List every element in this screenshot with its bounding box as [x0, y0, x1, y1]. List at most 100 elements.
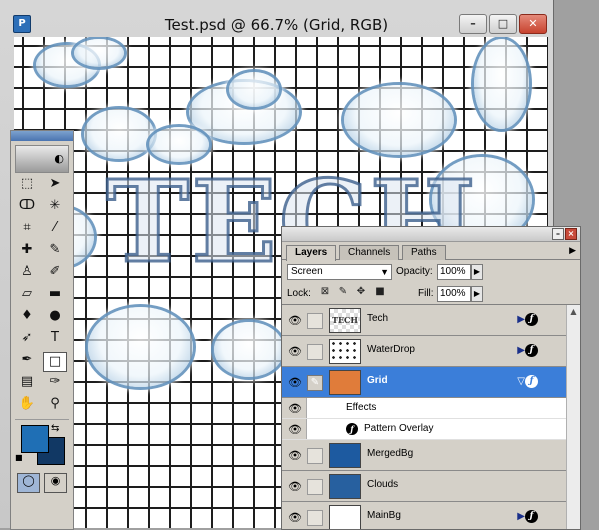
- tools-palette-titlebar[interactable]: [11, 131, 73, 141]
- scroll-up-icon[interactable]: ▲: [567, 305, 580, 318]
- pattern-overlay-label: Pattern Overlay: [364, 423, 434, 434]
- foreground-color-swatch[interactable]: [21, 425, 49, 453]
- link-box[interactable]: [307, 448, 323, 464]
- mask-mode-row: ◯ ◉: [11, 473, 73, 493]
- lock-label: Lock:: [287, 288, 311, 299]
- hand-tool-icon[interactable]: ✋: [15, 396, 39, 416]
- collapse-effects-icon[interactable]: ▽: [517, 376, 525, 387]
- swap-colors-icon[interactable]: ⇆: [51, 423, 59, 434]
- layers-palette-titlebar[interactable]: – ×: [282, 227, 580, 242]
- layer-name: Clouds: [367, 479, 399, 490]
- eyedropper-tool-icon[interactable]: ✑: [43, 374, 67, 394]
- opacity-field[interactable]: 100%: [437, 264, 471, 280]
- layer-thumbnail: [329, 505, 361, 529]
- effects-row[interactable]: 👁 Effects: [282, 398, 566, 419]
- expand-effects-icon[interactable]: ▶: [517, 314, 525, 325]
- document-titlebar[interactable]: P Test.psd @ 66.7% (Grid, RGB) – □ ✕: [0, 0, 553, 36]
- layer-effects-icon: ƒ: [525, 510, 538, 523]
- layer-name: Tech: [367, 313, 389, 324]
- maximize-button[interactable]: □: [489, 14, 517, 34]
- brush-tool-icon[interactable]: ✎: [43, 242, 67, 262]
- eye-icon[interactable]: 👁: [288, 480, 302, 493]
- tab-layers[interactable]: Layers: [286, 245, 337, 261]
- tools-divider: [15, 419, 69, 420]
- link-box[interactable]: [307, 479, 323, 495]
- eraser-tool-icon[interactable]: ▱: [15, 286, 39, 306]
- eye-icon[interactable]: 👁: [288, 511, 302, 524]
- palette-menu-icon[interactable]: ▶: [569, 246, 576, 256]
- layer-row-grid[interactable]: 👁 ✎ Grid ▽ ƒ: [282, 367, 566, 398]
- lock-fill-row: Lock: ⊠ ✎ ✥ ■ Fill: 100% ▶: [282, 282, 580, 305]
- brush-icon[interactable]: ✎: [307, 375, 323, 391]
- blend-mode-select[interactable]: Screen ▼: [287, 264, 392, 280]
- blend-opacity-row: Screen ▼ Opacity: 100% ▶: [282, 260, 580, 282]
- eye-icon[interactable]: 👁: [288, 376, 302, 389]
- shape-tool-icon[interactable]: □: [43, 352, 67, 372]
- fill-slider-arrow-icon[interactable]: ▶: [471, 286, 483, 302]
- layer-effects-icon: ƒ: [525, 344, 538, 357]
- close-button[interactable]: ✕: [519, 14, 547, 34]
- link-box[interactable]: [307, 344, 323, 360]
- quick-mask-mode-button[interactable]: ◉: [44, 473, 67, 493]
- canvas-cloud: [84, 109, 154, 159]
- slice-tool-icon[interactable]: ⁄: [43, 220, 67, 240]
- tab-paths[interactable]: Paths: [402, 245, 446, 260]
- brush-lock-icon[interactable]: ✎: [337, 286, 349, 298]
- move-lock-icon[interactable]: ✥: [355, 286, 367, 298]
- layer-thumbnail: [329, 474, 361, 499]
- layer-effects-icon: ƒ: [525, 375, 538, 388]
- eye-icon[interactable]: 👁: [288, 402, 302, 415]
- layer-list-scrollbar[interactable]: ▲: [566, 305, 580, 529]
- expand-effects-icon[interactable]: ▶: [517, 345, 525, 356]
- blend-mode-value: Screen: [291, 266, 323, 277]
- tab-channels[interactable]: Channels: [339, 245, 400, 260]
- tools-palette: ◐ ⬚ ➤ ↀ ✳ ⌗ ⁄ ✚ ✎ ♙ ✐ ▱ ▬ ♦ ● ➶ T ✒ □ ▤ ✑ ✋ ⚲ ⇆ ■ ◯ ◉: [10, 130, 74, 530]
- crop-tool-icon[interactable]: ⌗: [15, 220, 39, 240]
- pen-tool-icon[interactable]: ✒: [15, 352, 39, 372]
- healing-brush-tool-icon[interactable]: ✚: [15, 242, 39, 262]
- canvas-cloud: [74, 39, 124, 67]
- layer-row-tech[interactable]: 👁 TECH Tech ▶ ƒ: [282, 305, 566, 336]
- blur-tool-icon[interactable]: ♦: [15, 308, 39, 328]
- palette-minimize-button[interactable]: –: [552, 228, 564, 240]
- layer-row-mainbg[interactable]: 👁 MainBg ▶ ƒ: [282, 502, 566, 529]
- tool-grid: ⬚ ➤ ↀ ✳ ⌗ ⁄ ✚ ✎ ♙ ✐ ▱ ▬ ♦ ● ➶ T ✒ □ ▤ ✑ ✋ ⚲: [11, 176, 73, 416]
- standard-mode-button[interactable]: ◯: [17, 473, 40, 493]
- history-brush-tool-icon[interactable]: ✐: [43, 264, 67, 284]
- fill-field[interactable]: 100%: [437, 286, 471, 302]
- pattern-overlay-row[interactable]: 👁 ƒ Pattern Overlay: [282, 419, 566, 440]
- lasso-tool-icon[interactable]: ↀ: [15, 198, 39, 218]
- photoshop-logo-icon[interactable]: ◐: [15, 145, 69, 173]
- layer-list: 👁 TECH Tech ▶ ƒ 👁 WaterDrop ▶ ƒ 👁 ✎ Grid…: [282, 305, 566, 529]
- padlock-icon[interactable]: ■: [374, 286, 386, 298]
- eye-icon[interactable]: 👁: [288, 345, 302, 358]
- layer-thumbnail: [329, 370, 361, 395]
- eye-icon[interactable]: 👁: [288, 423, 302, 436]
- eye-icon[interactable]: 👁: [288, 314, 302, 327]
- zoom-tool-icon[interactable]: ⚲: [43, 396, 67, 416]
- layer-row-mergedbg[interactable]: 👁 MergedBg: [282, 440, 566, 471]
- magic-wand-tool-icon[interactable]: ✳: [43, 198, 67, 218]
- type-tool-icon[interactable]: T: [43, 330, 67, 350]
- fill-label: Fill:: [418, 288, 434, 299]
- default-colors-icon[interactable]: ■: [15, 453, 23, 462]
- link-box[interactable]: [307, 313, 323, 329]
- layer-thumbnail: TECH: [329, 308, 361, 333]
- palette-close-button[interactable]: ×: [565, 228, 577, 240]
- opacity-label: Opacity:: [396, 266, 433, 277]
- minimize-button[interactable]: –: [459, 14, 487, 34]
- clone-stamp-tool-icon[interactable]: ♙: [15, 264, 39, 284]
- eye-icon[interactable]: 👁: [288, 449, 302, 462]
- move-tool-icon[interactable]: ➤: [43, 176, 67, 196]
- path-selection-tool-icon[interactable]: ➶: [15, 330, 39, 350]
- notes-tool-icon[interactable]: ▤: [15, 374, 39, 394]
- expand-effects-icon[interactable]: ▶: [517, 511, 525, 522]
- layer-row-waterdrop[interactable]: 👁 WaterDrop ▶ ƒ: [282, 336, 566, 367]
- layer-row-clouds[interactable]: 👁 Clouds: [282, 471, 566, 502]
- opacity-slider-arrow-icon[interactable]: ▶: [471, 264, 483, 280]
- marquee-tool-icon[interactable]: ⬚: [15, 176, 39, 196]
- transparency-lock-icon[interactable]: ⊠: [319, 286, 331, 298]
- gradient-tool-icon[interactable]: ▬: [43, 286, 67, 306]
- link-box[interactable]: [307, 510, 323, 526]
- dodge-tool-icon[interactable]: ●: [43, 308, 67, 328]
